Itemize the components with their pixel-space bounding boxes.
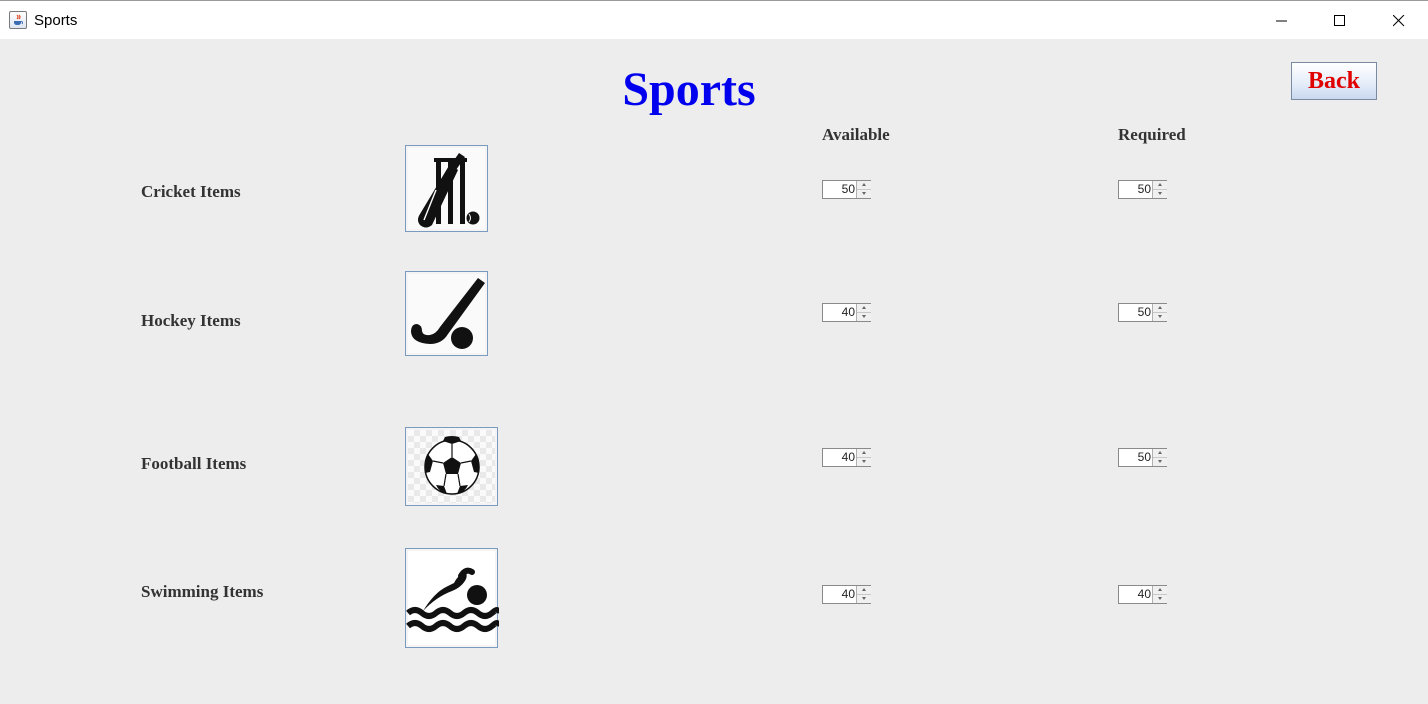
spinner-up-icon[interactable] (857, 586, 871, 595)
cricket-image-button[interactable] (405, 145, 488, 232)
spinner-up-icon[interactable] (857, 181, 871, 190)
spinner-up-icon[interactable] (1153, 304, 1167, 313)
swimming-items-label: Swimming Items (141, 582, 264, 601)
football-available-value[interactable]: 40 (823, 449, 855, 466)
column-header-available: Available (822, 125, 890, 144)
close-button[interactable] (1370, 1, 1428, 40)
hockey-required-value[interactable]: 50 (1119, 304, 1151, 321)
spinner-down-icon[interactable] (857, 458, 871, 466)
hockey-icon (411, 278, 485, 349)
hockey-available-spinner[interactable]: 40 (822, 303, 871, 322)
swimming-required-spinner[interactable]: 40 (1118, 585, 1167, 604)
spinner-down-icon[interactable] (857, 313, 871, 321)
window-titlebar: Sports (0, 0, 1428, 39)
football-image-button[interactable] (405, 427, 498, 506)
column-header-required: Required (1118, 125, 1186, 144)
swimming-required-value[interactable]: 40 (1119, 586, 1151, 603)
swimming-available-spinner[interactable]: 40 (822, 585, 871, 604)
back-button[interactable]: Back (1291, 62, 1377, 100)
spinner-down-icon[interactable] (857, 595, 871, 603)
hockey-required-spinner[interactable]: 50 (1118, 303, 1167, 322)
spinner-up-icon[interactable] (1153, 181, 1167, 190)
football-available-spinner[interactable]: 40 (822, 448, 871, 467)
cricket-available-spinner[interactable]: 50 (822, 180, 871, 199)
swimming-icon (406, 567, 499, 632)
football-icon (424, 436, 480, 495)
spinner-down-icon[interactable] (1153, 190, 1167, 198)
spinner-down-icon[interactable] (1153, 595, 1167, 603)
hockey-items-label: Hockey Items (141, 311, 241, 330)
spinner-down-icon[interactable] (1153, 313, 1167, 321)
spinner-down-icon[interactable] (1153, 458, 1167, 466)
spinner-up-icon[interactable] (857, 449, 871, 458)
spinner-up-icon[interactable] (1153, 449, 1167, 458)
spinner-down-icon[interactable] (857, 190, 871, 198)
cricket-required-value[interactable]: 50 (1119, 181, 1151, 198)
hockey-image-button[interactable] (405, 271, 488, 356)
cricket-required-spinner[interactable]: 50 (1118, 180, 1167, 199)
cricket-items-label: Cricket Items (141, 182, 241, 201)
minimize-icon (1276, 20, 1287, 22)
swimming-available-value[interactable]: 40 (823, 586, 855, 603)
swimming-image-button[interactable] (405, 548, 499, 648)
football-items-label: Football Items (141, 454, 247, 473)
window-title: Sports (34, 12, 78, 29)
maximize-icon (1334, 15, 1345, 26)
hockey-available-value[interactable]: 40 (823, 304, 855, 321)
spinner-up-icon[interactable] (1153, 586, 1167, 595)
maximize-button[interactable] (1311, 1, 1369, 40)
cricket-available-value[interactable]: 50 (823, 181, 855, 198)
close-icon (1393, 15, 1405, 27)
football-required-value[interactable]: 50 (1119, 449, 1151, 466)
spinner-up-icon[interactable] (857, 304, 871, 313)
minimize-button[interactable] (1253, 1, 1311, 40)
java-cup-icon[interactable] (9, 11, 27, 29)
football-required-spinner[interactable]: 50 (1118, 448, 1167, 467)
page-title: Sports (622, 63, 756, 116)
cricket-icon (418, 153, 480, 228)
